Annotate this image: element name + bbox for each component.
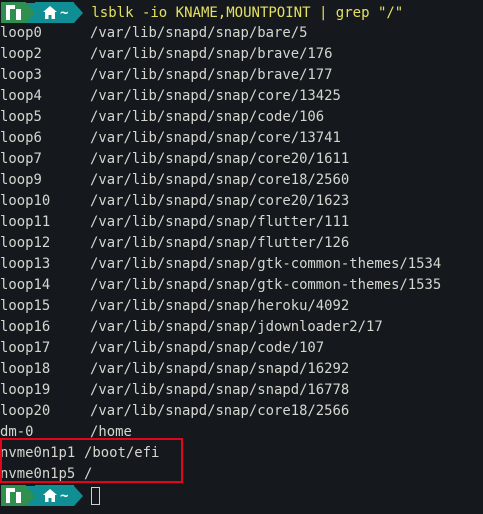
device-mountpoint: /var/lib/snapd/snap/gtk-common-themes/15… <box>90 277 442 293</box>
device-mountpoint: /var/lib/snapd/snap/core/13741 <box>90 130 341 146</box>
device-kname: loop18 <box>0 361 51 377</box>
prompt-path-segment: ~ <box>35 2 75 23</box>
highlight-box <box>0 438 183 483</box>
manjaro-logo-icon <box>1 485 26 506</box>
output-line: loop11/var/lib/snapd/snap/flutter/111 <box>0 212 349 233</box>
output-line: loop15/var/lib/snapd/snap/heroku/4092 <box>0 296 349 317</box>
device-kname: loop15 <box>0 298 51 314</box>
device-mountpoint: /var/lib/snapd/snap/code/107 <box>90 340 325 356</box>
output-line: loop6/var/lib/snapd/snap/core/13741 <box>0 128 341 149</box>
output-line: loop20/var/lib/snapd/snap/core18/2566 <box>0 401 349 422</box>
device-mountpoint: /var/lib/snapd/snap/heroku/4092 <box>90 298 350 314</box>
device-mountpoint: /var/lib/snapd/snap/core20/1611 <box>90 151 350 167</box>
text-cursor[interactable] <box>91 486 101 505</box>
prompt-path: ~ <box>60 4 69 21</box>
command-text: lsblk -io KNAME,MOUNTPOINT | grep "/" <box>91 4 404 21</box>
home-icon <box>43 489 57 502</box>
device-kname: loop0 <box>0 25 42 41</box>
prompt-line-top: ~ lsblk -io KNAME,MOUNTPOINT | grep "/" <box>1 1 403 24</box>
device-kname: loop17 <box>0 340 51 356</box>
device-mountpoint: /var/lib/snapd/snap/core20/1623 <box>90 193 350 209</box>
output-line: loop16/var/lib/snapd/snap/jdownloader2/1… <box>0 317 383 338</box>
device-mountpoint: /var/lib/snapd/snap/brave/176 <box>90 46 333 62</box>
device-mountpoint: /var/lib/snapd/snap/flutter/126 <box>90 235 350 251</box>
output-line: loop5/var/lib/snapd/snap/code/106 <box>0 107 324 128</box>
output-line: loop13/var/lib/snapd/snap/gtk-common-the… <box>0 254 441 275</box>
output-line: loop3/var/lib/snapd/snap/brave/177 <box>0 65 333 86</box>
prompt-end-arrow-icon <box>74 2 84 23</box>
device-mountpoint: /var/lib/snapd/snap/core/13425 <box>90 88 341 104</box>
device-kname: loop20 <box>0 403 51 419</box>
home-icon <box>43 6 57 19</box>
device-mountpoint: /var/lib/snapd/snap/brave/177 <box>90 67 333 83</box>
device-kname: loop19 <box>0 382 51 398</box>
device-mountpoint: /var/lib/snapd/snap/core18/2566 <box>90 403 350 419</box>
device-kname: loop2 <box>0 46 42 62</box>
device-kname: loop4 <box>0 88 42 104</box>
device-mountpoint: /var/lib/snapd/snap/gtk-common-themes/15… <box>90 256 442 272</box>
device-kname: loop9 <box>0 172 42 188</box>
device-kname: loop5 <box>0 109 42 125</box>
output-line: loop4/var/lib/snapd/snap/core/13425 <box>0 86 341 107</box>
prompt-end-arrow-icon <box>74 485 84 506</box>
device-kname: loop12 <box>0 235 51 251</box>
device-mountpoint: /var/lib/snapd/snap/flutter/111 <box>90 214 350 230</box>
device-mountpoint: /var/lib/snapd/snap/bare/5 <box>90 25 308 41</box>
output-line: loop10/var/lib/snapd/snap/core20/1623 <box>0 191 349 212</box>
device-kname: loop3 <box>0 67 42 83</box>
output-line: loop12/var/lib/snapd/snap/flutter/126 <box>0 233 349 254</box>
prompt-separator-icon <box>26 485 35 506</box>
device-kname: loop10 <box>0 193 51 209</box>
device-kname: loop14 <box>0 277 51 293</box>
prompt-line-bottom[interactable]: ~ <box>1 484 101 507</box>
device-kname: loop6 <box>0 130 42 146</box>
prompt-separator-icon <box>26 2 35 23</box>
device-mountpoint: /var/lib/snapd/snap/core18/2560 <box>90 172 350 188</box>
output-line: loop18/var/lib/snapd/snap/snapd/16292 <box>0 359 349 380</box>
device-kname: loop16 <box>0 319 51 335</box>
output-line: loop14/var/lib/snapd/snap/gtk-common-the… <box>0 275 441 296</box>
output-line: loop0/var/lib/snapd/snap/bare/5 <box>0 23 307 44</box>
device-kname: loop11 <box>0 214 51 230</box>
output-line: loop2/var/lib/snapd/snap/brave/176 <box>0 44 333 65</box>
device-kname: loop7 <box>0 151 42 167</box>
prompt-path-segment: ~ <box>35 485 75 506</box>
output-line: loop7/var/lib/snapd/snap/core20/1611 <box>0 149 349 170</box>
output-line: loop17/var/lib/snapd/snap/code/107 <box>0 338 324 359</box>
device-mountpoint: /var/lib/snapd/snap/snapd/16778 <box>90 382 350 398</box>
device-mountpoint: /var/lib/snapd/snap/snapd/16292 <box>90 361 350 377</box>
device-mountpoint: /var/lib/snapd/snap/jdownloader2/17 <box>90 319 383 335</box>
device-kname: loop13 <box>0 256 51 272</box>
manjaro-logo-icon <box>1 2 26 23</box>
output-line: loop9/var/lib/snapd/snap/core18/2560 <box>0 170 349 191</box>
device-mountpoint: /var/lib/snapd/snap/code/106 <box>90 109 325 125</box>
output-line: loop19/var/lib/snapd/snap/snapd/16778 <box>0 380 349 401</box>
prompt-path: ~ <box>60 487 69 504</box>
terminal-window[interactable]: ~ lsblk -io KNAME,MOUNTPOINT | grep "/" … <box>0 0 483 514</box>
